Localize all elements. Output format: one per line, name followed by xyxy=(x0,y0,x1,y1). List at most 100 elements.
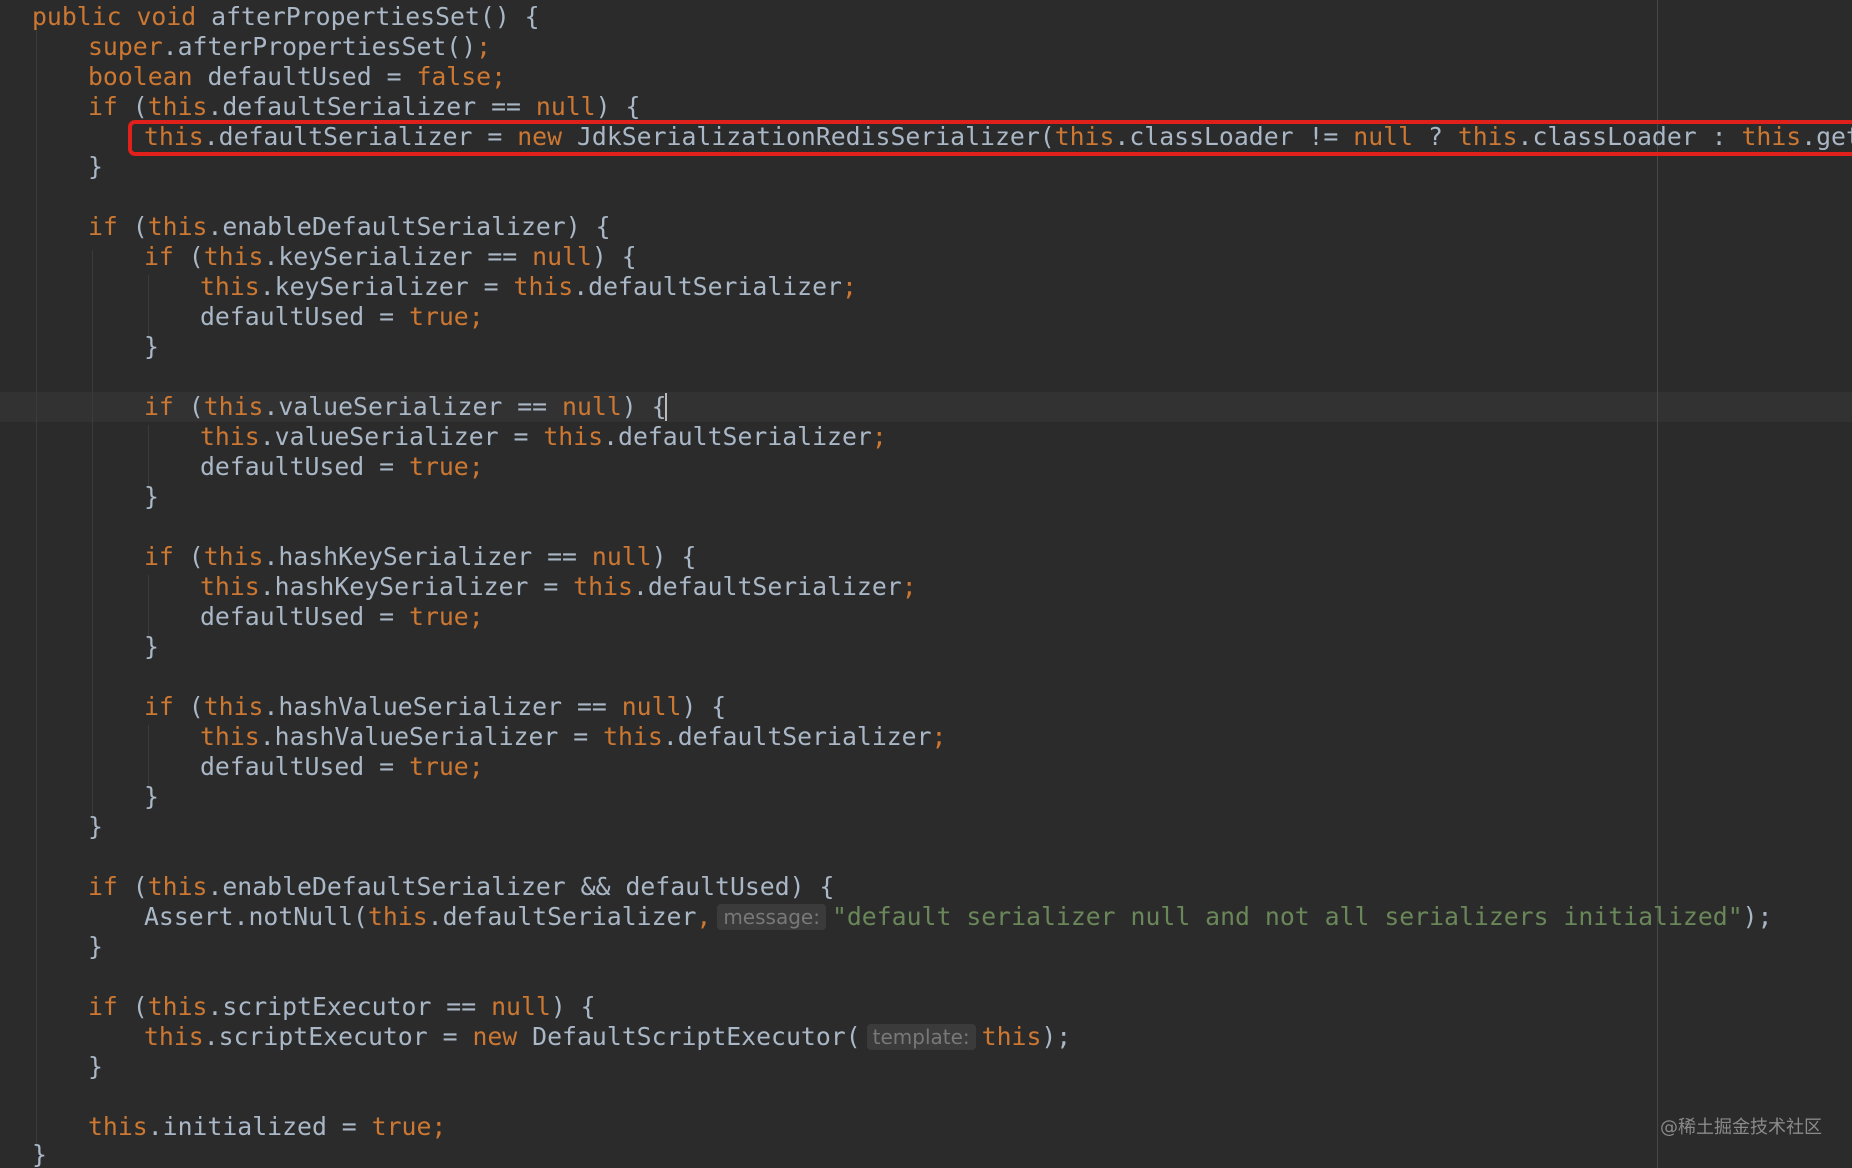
parameter-hint-message: message: xyxy=(717,904,826,930)
code-text: .defaultSerializer xyxy=(662,722,932,751)
code-text: ); xyxy=(1742,902,1773,931)
code-text: .defaultSerializer xyxy=(632,572,902,601)
keyword: if xyxy=(88,212,118,241)
code-text: ( xyxy=(173,542,204,571)
code-line[interactable]: } xyxy=(144,632,159,662)
keyword: if xyxy=(144,242,174,271)
indent-guide xyxy=(148,275,149,340)
keyword: true; xyxy=(371,1112,447,1141)
keyword: if xyxy=(144,392,174,421)
brace: } xyxy=(144,332,159,361)
watermark: @稀土掘金技术社区 xyxy=(1660,1117,1822,1138)
code-text: defaultUsed = xyxy=(192,62,417,91)
semicolon: ; xyxy=(476,32,492,61)
keyword: this xyxy=(147,212,208,241)
code-line[interactable]: public void afterPropertiesSet() { xyxy=(32,2,540,32)
brace: } xyxy=(88,812,103,841)
keyword: if xyxy=(144,692,174,721)
code-text: defaultUsed = xyxy=(200,452,410,481)
code-text: ) { xyxy=(621,392,667,421)
code-line[interactable]: if (this.enableDefaultSerializer && defa… xyxy=(88,872,834,902)
code-line[interactable]: if (this.defaultSerializer == null) { xyxy=(88,92,640,122)
code-line[interactable]: defaultUsed = true; xyxy=(200,302,484,332)
code-line[interactable]: if (this.hashKeySerializer == null) { xyxy=(144,542,696,572)
brace: } xyxy=(32,1140,47,1168)
keyword: this xyxy=(203,542,264,571)
code-text: ( xyxy=(117,212,148,241)
code-text: .hashValueSerializer = xyxy=(259,722,604,751)
code-line[interactable]: super.afterPropertiesSet(); xyxy=(88,32,491,62)
code-text: ( xyxy=(117,872,148,901)
brace: } xyxy=(144,632,159,661)
code-text: .hashValueSerializer == xyxy=(263,692,622,721)
keyword: boolean xyxy=(88,62,193,91)
keyword: public void xyxy=(32,2,197,31)
keyword: true; xyxy=(409,302,484,331)
code-line-current[interactable]: if (this.valueSerializer == null) { xyxy=(144,392,667,422)
keyword: this xyxy=(88,1112,148,1141)
code-line[interactable]: this.initialized = true; xyxy=(88,1112,446,1142)
brace: } xyxy=(88,1052,103,1081)
code-line[interactable]: if (this.keySerializer == null) { xyxy=(144,242,637,272)
code-line[interactable]: } xyxy=(88,932,103,962)
code-text: ) { xyxy=(595,92,641,121)
keyword: this xyxy=(147,992,208,1021)
brace: } xyxy=(144,482,159,511)
keyword: if xyxy=(88,992,118,1021)
code-line[interactable]: } xyxy=(88,152,103,182)
code-text: ) { xyxy=(681,692,727,721)
code-line[interactable]: } xyxy=(144,782,159,812)
code-text: ( xyxy=(117,92,148,121)
code-text: .keySerializer = xyxy=(259,272,514,301)
code-line[interactable]: } xyxy=(32,1140,47,1168)
code-line[interactable]: } xyxy=(88,1052,103,1082)
code-line[interactable]: } xyxy=(144,482,159,512)
code-text: DefaultScriptExecutor( xyxy=(517,1022,861,1051)
comma: , xyxy=(696,902,712,931)
keyword: this xyxy=(367,902,428,931)
code-text: defaultUsed = xyxy=(200,302,410,331)
code-text: ( xyxy=(173,692,204,721)
keyword: if xyxy=(88,872,118,901)
code-text: .scriptExecutor == xyxy=(207,992,492,1021)
code-line[interactable]: if (this.scriptExecutor == null) { xyxy=(88,992,596,1022)
code-line[interactable]: boolean defaultUsed = false; xyxy=(88,62,506,92)
code-text: ( xyxy=(173,392,204,421)
code-line[interactable]: Assert.notNull(this.defaultSerializer, me… xyxy=(144,902,1772,932)
string-literal: "default serializer null and not all ser… xyxy=(831,902,1743,931)
keyword: this xyxy=(603,722,663,751)
indent-guide xyxy=(36,28,37,1148)
code-line[interactable]: this.keySerializer = this.defaultSeriali… xyxy=(200,272,857,302)
highlight-annotation-box xyxy=(128,120,1852,156)
keyword: true; xyxy=(409,752,484,781)
keyword: super xyxy=(88,32,163,61)
keyword: this xyxy=(203,392,264,421)
code-text: .valueSerializer = xyxy=(259,422,544,451)
indent-guide xyxy=(148,575,149,640)
code-text: .defaultSerializer xyxy=(573,272,842,301)
code-text: .defaultSerializer == xyxy=(207,92,536,121)
code-line[interactable]: this.hashValueSerializer = this.defaultS… xyxy=(200,722,946,752)
code-line[interactable]: this.hashKeySerializer = this.defaultSer… xyxy=(200,572,917,602)
code-line[interactable]: } xyxy=(144,332,159,362)
keyword: this xyxy=(200,272,260,301)
code-line[interactable]: defaultUsed = true; xyxy=(200,452,484,482)
code-text: ) { xyxy=(550,992,596,1021)
code-line[interactable]: this.scriptExecutor = new DefaultScriptE… xyxy=(144,1022,1071,1052)
code-text: .initialized = xyxy=(147,1112,372,1141)
code-line[interactable]: if (this.enableDefaultSerializer) { xyxy=(88,212,611,242)
keyword: null xyxy=(532,242,592,271)
code-line[interactable]: defaultUsed = true; xyxy=(200,752,484,782)
code-text: ) { xyxy=(651,542,697,571)
code-line[interactable]: if (this.hashValueSerializer == null) { xyxy=(144,692,726,722)
code-text: defaultUsed = xyxy=(200,602,410,631)
brace: } xyxy=(88,932,103,961)
keyword: this xyxy=(543,422,604,451)
keyword: this xyxy=(573,572,633,601)
code-editor[interactable]: public void afterPropertiesSet() { super… xyxy=(0,0,1852,1168)
code-text: .hashKeySerializer = xyxy=(259,572,574,601)
code-line[interactable]: } xyxy=(88,812,103,842)
code-line[interactable]: this.valueSerializer = this.defaultSeria… xyxy=(200,422,887,452)
keyword: this xyxy=(203,242,264,271)
code-line[interactable]: defaultUsed = true; xyxy=(200,602,484,632)
